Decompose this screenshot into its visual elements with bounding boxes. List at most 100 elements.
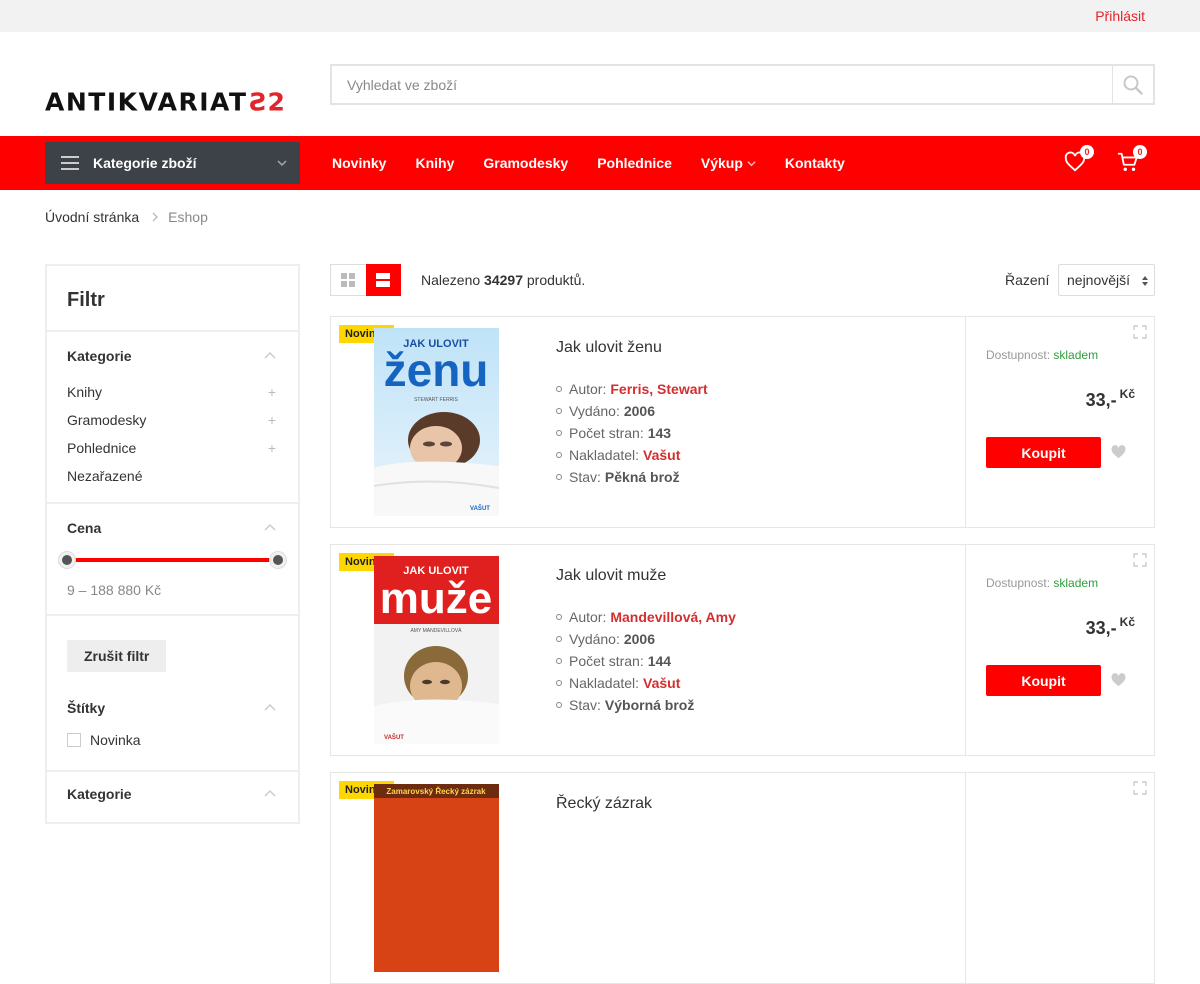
sort-arrows-icon [1142, 276, 1148, 286]
header: ANTIKVARIAT Ƨ2 [0, 32, 1200, 136]
filter-category-item[interactable]: Pohlednice + [67, 434, 278, 462]
category-label: Nezařazené [67, 468, 143, 484]
author-link[interactable]: Ferris, Stewart [610, 381, 707, 397]
heart-icon[interactable] [1111, 673, 1126, 687]
expand-icon[interactable] [1133, 781, 1147, 795]
price-range-value: 9 – 188 880 Kč [67, 582, 162, 598]
sort-select[interactable]: nejnovější [1058, 264, 1155, 296]
search-bar [330, 64, 1155, 105]
product-title[interactable]: Řecký zázrak [556, 795, 652, 813]
price-currency: Kč [1119, 615, 1135, 629]
nav-label: Výkup [700, 155, 743, 171]
expand-icon[interactable] [1133, 325, 1147, 339]
book-cover: JAK ULOVIT muže AMY MANDEVILLOVÁ VAŠUT [374, 556, 499, 744]
filter-categories: Kategorie Knihy + Gramodesky + Pohlednice +… [47, 332, 298, 504]
search-button[interactable] [1112, 66, 1153, 103]
nav-item-novinky[interactable]: Novinky [332, 155, 386, 171]
chevron-up-icon[interactable] [264, 523, 276, 531]
search-input[interactable] [332, 66, 1112, 103]
filter-price: Cena 9 – 188 880 Kč [47, 504, 298, 616]
product-cover-image[interactable]: JAK ULOVIT ženu STEWART FERRIS VAŠUT [374, 328, 499, 516]
wishlist-count: 0 [1080, 145, 1094, 159]
publisher-link[interactable]: Vašut [643, 447, 680, 463]
chevron-down-icon [277, 160, 287, 167]
product-title[interactable]: Jak ulovit muže [556, 567, 736, 585]
plus-icon[interactable]: + [268, 384, 276, 400]
sort-value: nejnovější [1067, 272, 1131, 288]
tag-checkbox-row[interactable]: Novinka [47, 732, 298, 772]
expand-icon[interactable] [1133, 553, 1147, 567]
search-icon [1123, 75, 1143, 95]
login-link[interactable]: Přihlásit [1095, 8, 1145, 24]
categories-dropdown-button[interactable]: Kategorie zboží [45, 142, 300, 184]
logo-text: ANTIKVARIAT [45, 87, 248, 117]
plus-icon[interactable]: + [268, 440, 276, 456]
top-bar: Přihlásit [0, 0, 1200, 32]
chevron-up-icon[interactable] [264, 703, 276, 711]
nav-item-kontakty[interactable]: Kontakty [785, 155, 845, 171]
chevron-down-icon [747, 160, 756, 166]
filter-category-item[interactable]: Knihy + [67, 378, 278, 406]
heart-icon[interactable] [1111, 445, 1126, 459]
product-info: Jak ulovit ženu Autor: Ferris, Stewart Vy… [556, 339, 708, 488]
cover-big-text: muže [380, 574, 492, 623]
category-label: Knihy [67, 384, 103, 400]
chevron-right-icon [152, 212, 159, 222]
nav-item-knihy[interactable]: Knihy [415, 155, 454, 171]
filter-sidebar: Filtr Kategorie Knihy + Gramodesky + Pohle… [45, 264, 300, 824]
product-purchase-panel: Dostupnost: skladem 33,- Kč Koupit [965, 545, 1155, 755]
nav-item-pohlednice[interactable]: Pohlednice [597, 155, 672, 171]
product-cover-image[interactable]: Zamarovský Řecký zázrak [374, 784, 499, 972]
main-nav: Kategorie zboží Novinky Knihy Gramodesky… [0, 136, 1200, 190]
availability-label: Dostupnost: [986, 576, 1051, 590]
logo[interactable]: ANTIKVARIAT Ƨ2 [45, 88, 285, 117]
tag-checkbox[interactable] [67, 733, 81, 747]
cart-button[interactable]: 0 [1117, 145, 1147, 176]
nav-label: Knihy [415, 155, 455, 171]
publisher-link[interactable]: Vašut [643, 675, 680, 691]
categories-label: Kategorie zboží [93, 155, 197, 171]
category-label: Pohlednice [67, 440, 137, 456]
detail-value: Výborná brož [604, 697, 695, 713]
buy-button[interactable]: Koupit [986, 665, 1101, 696]
reset-filter-button[interactable]: Zrušit filtr [67, 640, 167, 672]
found-prefix: Nalezeno [421, 272, 481, 288]
chevron-up-icon[interactable] [264, 351, 276, 359]
filter-category-item[interactable]: Gramodesky + [67, 406, 278, 434]
breadcrumb-home[interactable]: Úvodní stránka [45, 209, 139, 225]
list-view-button[interactable] [365, 264, 401, 296]
product-title[interactable]: Jak ulovit ženu [556, 339, 708, 357]
nav-label: Pohlednice [597, 155, 672, 171]
detail-row: Vydáno: 2006 [556, 400, 708, 422]
availability: Dostupnost: skladem [986, 576, 1098, 590]
price-range-slider[interactable] [59, 550, 286, 570]
detail-label: Nakladatel: [569, 447, 640, 463]
filter-tags-heading: Štítky [67, 700, 106, 716]
filter-tags: Štítky Novinka [47, 672, 298, 772]
menu: Novinky Knihy Gramodesky Pohlednice Výku… [332, 136, 874, 190]
plus-icon[interactable]: + [268, 412, 276, 428]
author-link[interactable]: Mandevillová, Amy [610, 609, 736, 625]
nav-item-gramodesky[interactable]: Gramodesky [483, 155, 568, 171]
price-max-handle[interactable] [270, 552, 286, 568]
price-min-handle[interactable] [59, 552, 75, 568]
product-details: Autor: Mandevillová, Amy Vydáno: 2006 Poče… [556, 606, 736, 716]
list-icon [376, 273, 391, 287]
availability-value: skladem [1053, 576, 1099, 590]
nav-item-vykup[interactable]: Výkup [701, 155, 756, 171]
tag-label: Novinka [90, 732, 141, 748]
detail-row: Počet stran: 144 [556, 650, 736, 672]
cover-big-text: ženu [384, 344, 489, 396]
cart-count: 0 [1133, 145, 1147, 159]
detail-row: Autor: Mandevillová, Amy [556, 606, 736, 628]
grid-view-button[interactable] [331, 265, 366, 295]
filter-category-item[interactable]: Nezařazené [67, 462, 278, 490]
product-cover-image[interactable]: JAK ULOVIT muže AMY MANDEVILLOVÁ VAŠUT [374, 556, 499, 744]
detail-label: Autor: [569, 609, 607, 625]
wishlist-button[interactable]: 0 [1064, 145, 1094, 176]
buy-button[interactable]: Koupit [986, 437, 1101, 468]
chevron-up-icon[interactable] [264, 789, 276, 797]
cover-publisher-text: VAŠUT [384, 733, 404, 741]
detail-value: Pěkná brož [604, 469, 680, 485]
found-count: 34297 [484, 272, 523, 288]
